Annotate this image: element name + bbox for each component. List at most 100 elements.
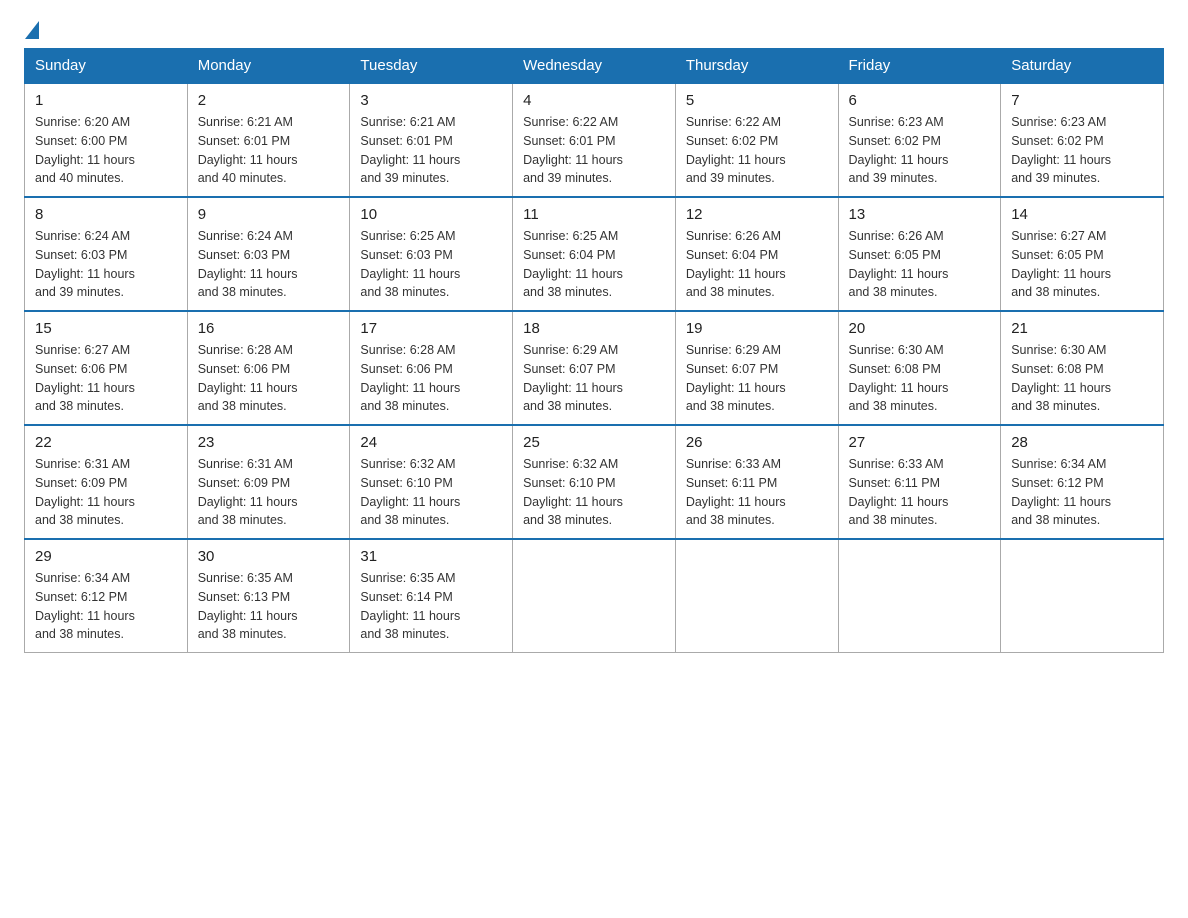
day-number: 19 (686, 320, 828, 337)
calendar-header-row: SundayMondayTuesdayWednesdayThursdayFrid… (25, 49, 1164, 84)
col-header-thursday: Thursday (675, 49, 838, 84)
calendar-cell: 21Sunrise: 6:30 AMSunset: 6:08 PMDayligh… (1001, 311, 1164, 425)
col-header-friday: Friday (838, 49, 1001, 84)
calendar-cell: 26Sunrise: 6:33 AMSunset: 6:11 PMDayligh… (675, 425, 838, 539)
calendar-cell: 23 Sunrise: 6:31 AMSunset: 6:09 PMDayligh… (187, 425, 350, 539)
day-number: 17 (360, 320, 502, 337)
day-number: 23 (198, 434, 340, 451)
day-info: Sunrise: 6:22 AMSunset: 6:02 PMDaylight:… (686, 113, 828, 188)
calendar-cell (675, 539, 838, 653)
calendar-cell: 2Sunrise: 6:21 AMSunset: 6:01 PMDaylight… (187, 83, 350, 197)
calendar-cell: 14Sunrise: 6:27 AMSunset: 6:05 PMDayligh… (1001, 197, 1164, 311)
day-info: Sunrise: 6:31 AMSunset: 6:09 PMDaylight:… (35, 455, 177, 530)
calendar-cell: 13Sunrise: 6:26 AMSunset: 6:05 PMDayligh… (838, 197, 1001, 311)
calendar-cell: 19 Sunrise: 6:29 AMSunset: 6:07 PMDayligh… (675, 311, 838, 425)
col-header-sunday: Sunday (25, 49, 188, 84)
day-number: 16 (198, 320, 340, 337)
col-header-tuesday: Tuesday (350, 49, 513, 84)
calendar-cell: 29 Sunrise: 6:34 AMSunset: 6:12 PMDayligh… (25, 539, 188, 653)
logo (24, 24, 39, 38)
day-info: Sunrise: 6:33 AMSunset: 6:11 PMDaylight:… (849, 455, 991, 530)
calendar-cell (838, 539, 1001, 653)
day-number: 13 (849, 206, 991, 223)
day-info: Sunrise: 6:29 AMSunset: 6:07 PMDaylight:… (523, 341, 665, 416)
day-number: 29 (35, 548, 177, 565)
calendar-week-row: 8 Sunrise: 6:24 AMSunset: 6:03 PMDaylight… (25, 197, 1164, 311)
day-info: Sunrise: 6:25 AMSunset: 6:04 PMDaylight:… (523, 227, 665, 302)
day-info: Sunrise: 6:33 AMSunset: 6:11 PMDaylight:… (686, 455, 828, 530)
day-number: 18 (523, 320, 665, 337)
calendar-cell (513, 539, 676, 653)
day-number: 4 (523, 92, 665, 109)
calendar-week-row: 29 Sunrise: 6:34 AMSunset: 6:12 PMDayligh… (25, 539, 1164, 653)
day-number: 28 (1011, 434, 1153, 451)
calendar-cell: 18 Sunrise: 6:29 AMSunset: 6:07 PMDayligh… (513, 311, 676, 425)
calendar-cell: 17 Sunrise: 6:28 AMSunset: 6:06 PMDayligh… (350, 311, 513, 425)
calendar-cell: 16 Sunrise: 6:28 AMSunset: 6:06 PMDayligh… (187, 311, 350, 425)
calendar-cell: 11 Sunrise: 6:25 AMSunset: 6:04 PMDayligh… (513, 197, 676, 311)
calendar-cell: 9 Sunrise: 6:24 AMSunset: 6:03 PMDaylight… (187, 197, 350, 311)
day-number: 24 (360, 434, 502, 451)
day-info: Sunrise: 6:21 AMSunset: 6:01 PMDaylight:… (198, 113, 340, 188)
day-number: 14 (1011, 206, 1153, 223)
day-number: 7 (1011, 92, 1153, 109)
day-info: Sunrise: 6:23 AMSunset: 6:02 PMDaylight:… (849, 113, 991, 188)
calendar-cell (1001, 539, 1164, 653)
day-number: 9 (198, 206, 340, 223)
day-info: Sunrise: 6:31 AMSunset: 6:09 PMDaylight:… (198, 455, 340, 530)
day-info: Sunrise: 6:21 AMSunset: 6:01 PMDaylight:… (360, 113, 502, 188)
day-number: 12 (686, 206, 828, 223)
calendar-cell: 12 Sunrise: 6:26 AMSunset: 6:04 PMDayligh… (675, 197, 838, 311)
calendar-cell: 6 Sunrise: 6:23 AMSunset: 6:02 PMDaylight… (838, 83, 1001, 197)
day-number: 11 (523, 206, 665, 223)
day-number: 8 (35, 206, 177, 223)
calendar-cell: 28 Sunrise: 6:34 AMSunset: 6:12 PMDayligh… (1001, 425, 1164, 539)
day-info: Sunrise: 6:23 AMSunset: 6:02 PMDaylight:… (1011, 113, 1153, 188)
calendar-cell: 5 Sunrise: 6:22 AMSunset: 6:02 PMDaylight… (675, 83, 838, 197)
calendar-cell: 3 Sunrise: 6:21 AMSunset: 6:01 PMDaylight… (350, 83, 513, 197)
day-info: Sunrise: 6:34 AMSunset: 6:12 PMDaylight:… (1011, 455, 1153, 530)
calendar-cell: 4 Sunrise: 6:22 AMSunset: 6:01 PMDaylight… (513, 83, 676, 197)
calendar-cell: 20Sunrise: 6:30 AMSunset: 6:08 PMDayligh… (838, 311, 1001, 425)
day-info: Sunrise: 6:22 AMSunset: 6:01 PMDaylight:… (523, 113, 665, 188)
day-number: 31 (360, 548, 502, 565)
day-number: 6 (849, 92, 991, 109)
calendar-cell: 31 Sunrise: 6:35 AMSunset: 6:14 PMDayligh… (350, 539, 513, 653)
day-number: 20 (849, 320, 991, 337)
calendar-cell: 25 Sunrise: 6:32 AMSunset: 6:10 PMDayligh… (513, 425, 676, 539)
day-number: 5 (686, 92, 828, 109)
col-header-wednesday: Wednesday (513, 49, 676, 84)
calendar-cell: 7 Sunrise: 6:23 AMSunset: 6:02 PMDaylight… (1001, 83, 1164, 197)
day-number: 3 (360, 92, 502, 109)
day-number: 22 (35, 434, 177, 451)
col-header-monday: Monday (187, 49, 350, 84)
day-info: Sunrise: 6:28 AMSunset: 6:06 PMDaylight:… (360, 341, 502, 416)
day-info: Sunrise: 6:35 AMSunset: 6:14 PMDaylight:… (360, 569, 502, 644)
day-info: Sunrise: 6:26 AMSunset: 6:04 PMDaylight:… (686, 227, 828, 302)
day-number: 25 (523, 434, 665, 451)
day-number: 1 (35, 92, 177, 109)
day-info: Sunrise: 6:35 AMSunset: 6:13 PMDaylight:… (198, 569, 340, 644)
col-header-saturday: Saturday (1001, 49, 1164, 84)
day-info: Sunrise: 6:32 AMSunset: 6:10 PMDaylight:… (523, 455, 665, 530)
day-info: Sunrise: 6:24 AMSunset: 6:03 PMDaylight:… (198, 227, 340, 302)
day-info: Sunrise: 6:25 AMSunset: 6:03 PMDaylight:… (360, 227, 502, 302)
calendar-week-row: 15Sunrise: 6:27 AMSunset: 6:06 PMDayligh… (25, 311, 1164, 425)
calendar-cell: 24Sunrise: 6:32 AMSunset: 6:10 PMDayligh… (350, 425, 513, 539)
page-header (24, 24, 1164, 38)
calendar-cell: 30 Sunrise: 6:35 AMSunset: 6:13 PMDayligh… (187, 539, 350, 653)
calendar-week-row: 1Sunrise: 6:20 AMSunset: 6:00 PMDaylight… (25, 83, 1164, 197)
day-number: 10 (360, 206, 502, 223)
day-info: Sunrise: 6:24 AMSunset: 6:03 PMDaylight:… (35, 227, 177, 302)
logo-arrow-icon (25, 21, 39, 39)
day-number: 30 (198, 548, 340, 565)
calendar-cell: 22 Sunrise: 6:31 AMSunset: 6:09 PMDayligh… (25, 425, 188, 539)
day-number: 21 (1011, 320, 1153, 337)
calendar-week-row: 22 Sunrise: 6:31 AMSunset: 6:09 PMDayligh… (25, 425, 1164, 539)
day-info: Sunrise: 6:34 AMSunset: 6:12 PMDaylight:… (35, 569, 177, 644)
calendar-cell: 10 Sunrise: 6:25 AMSunset: 6:03 PMDayligh… (350, 197, 513, 311)
calendar-cell: 8 Sunrise: 6:24 AMSunset: 6:03 PMDaylight… (25, 197, 188, 311)
day-info: Sunrise: 6:28 AMSunset: 6:06 PMDaylight:… (198, 341, 340, 416)
calendar-table: SundayMondayTuesdayWednesdayThursdayFrid… (24, 48, 1164, 653)
day-info: Sunrise: 6:29 AMSunset: 6:07 PMDaylight:… (686, 341, 828, 416)
